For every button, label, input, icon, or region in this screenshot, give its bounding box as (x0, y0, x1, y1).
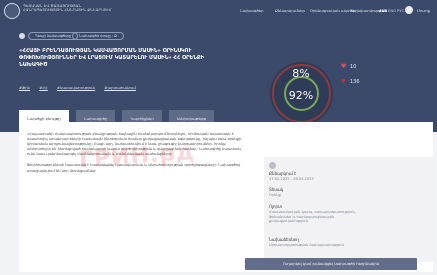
project-header: Դեպի նախագծերը Նախագծի փուլը ։ Ք «ՀՀԱՅԻ … (0, 22, 437, 132)
language-ru[interactable]: РУС (397, 8, 404, 13)
language-hy[interactable]: ՀԱՅ (379, 8, 387, 13)
tag[interactable]: #ՀՀ (39, 85, 48, 90)
info-scope-value: Հասարակական կարգ, արդարադատություն, ֆինա… (269, 210, 356, 224)
send-proposal-button[interactable]: Ուղարկել կամ բանակցել նախագծի հեղինակին (245, 258, 417, 270)
stage-button[interactable]: Նախագծի փուլը ։ Ք (72, 32, 124, 40)
tag[interactable]: #կառավարություն (57, 85, 95, 90)
info-type-label: Տեսակ (269, 187, 284, 192)
nav-discussions[interactable]: Քննարկումներ (275, 8, 305, 13)
dislike-count: 136 (350, 79, 360, 85)
user-icon[interactable] (405, 6, 413, 14)
back-arrow-icon[interactable] (19, 33, 25, 39)
coat-of-arms-logo[interactable] (4, 3, 20, 19)
top-navigation: ՊԵՏԱԿԱՆ ԵՎ ԾԱՌԱՅՈՒԹՅԱՆ ՀԱՆՐԱՊԵՏՈՒԹՅՈՒՆ Հ… (0, 0, 437, 22)
like-icon[interactable]: ♥ (341, 64, 347, 70)
project-tabs: Նախծքի բնույթը Նախագիծը Կարծիքներ Ամփոփա… (19, 105, 216, 127)
project-title: «ՀՀԱՅԻ ԲՐԵՆԴԱՅՈՒԹՅԱՆ ԿԱՄՎԱԾՈՐՄԱՆ ՄԱՍԻՆ» … (19, 48, 204, 68)
info-date-label: Քննարկում է (269, 171, 297, 176)
nav-legal-acts[interactable]: Օրենսդրական ակտեր (310, 8, 356, 13)
vote-ring: 8% 92% (270, 62, 333, 125)
info-scope-label: Ոլորտ (269, 204, 282, 209)
dislike-icon[interactable]: ▼ (341, 79, 347, 85)
language-en[interactable]: ENG (388, 8, 396, 13)
back-to-projects-button[interactable]: Դեպի նախագծերը (28, 32, 79, 40)
negative-percent: 92% (288, 89, 314, 102)
tag-list: #ֆին #ՀՀ #կառավարություն #արտահանում (19, 74, 140, 93)
like-count: 10 (350, 64, 357, 70)
tag[interactable]: #արտահանում (104, 85, 136, 90)
info-type-value: Օրենք (269, 193, 281, 197)
tag[interactable]: #ֆին (19, 85, 30, 90)
info-ministry-label: Նախաձեռնող (269, 237, 299, 242)
project-info-panel: Քննարկում է 17.02.2025 - 08.03.2025 Տեսա… (264, 157, 436, 262)
project-content: «Հայաստանի Հանրապետության բնակչության ձա… (19, 122, 436, 272)
info-ministry-value: Արդարադատության նախարարություն (269, 243, 344, 247)
logo-text: ՊԵՏԱԿԱՆ ԵՎ ԾԱՌԱՅՈՒԹՅԱՆ ՀԱՆՐԱՊԵՏՈՒԹՅՈՒՆ Հ… (23, 4, 112, 13)
positive-percent: 8% (292, 67, 310, 80)
login-link[interactable]: Մուտք (417, 8, 430, 13)
nav-projects[interactable]: Նախագծեր (240, 8, 264, 13)
info-date-value: 17.02.2025 - 08.03.2025 (269, 177, 314, 181)
calendar-icon (269, 162, 276, 169)
